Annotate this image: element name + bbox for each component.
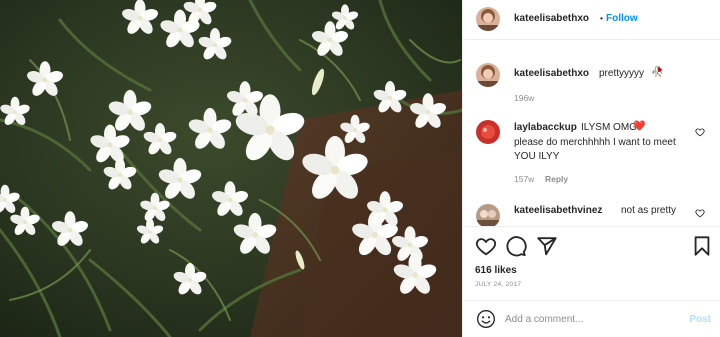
comment-username[interactable]: laylabacckup (514, 122, 577, 133)
follow-button[interactable]: Follow (606, 13, 638, 24)
reply-button[interactable]: Reply (545, 174, 568, 184)
comment-emoji: 🥀 (651, 67, 664, 78)
header-username[interactable]: kateelisabethxo (514, 13, 589, 24)
comment-text-continued: please do merchhhhh I want to meet YOU I… (514, 137, 676, 162)
comment-text: ILYSM OMG (581, 122, 637, 133)
share-icon[interactable] (536, 235, 558, 257)
post-photo[interactable] (0, 0, 462, 337)
post-header: kateelisabethxo • Follow (463, 0, 720, 40)
comment-item: laylabacckup ILYSM OMG ❤️ please do merc… (463, 113, 720, 188)
avatar[interactable] (476, 7, 500, 31)
post-date: JULY 24, 2017 (475, 281, 522, 288)
instagram-post: kateelisabethxo • Follow kateelisabethxo… (0, 0, 720, 337)
comment-like-icon[interactable] (695, 127, 705, 137)
heart-icon[interactable] (475, 235, 497, 257)
header-separator: • (600, 13, 603, 23)
comment-username[interactable]: kateelisabethxo (514, 68, 589, 79)
comment-icon[interactable] (505, 235, 527, 257)
comment-username[interactable]: kateelisabethvinez (514, 205, 602, 216)
post-sidebar: kateelisabethxo • Follow kateelisabethxo… (462, 0, 720, 337)
bookmark-icon[interactable] (691, 235, 713, 257)
comment-item: kateelisabethxo prettyyyyy 🥀 196w (463, 56, 720, 106)
comment-input[interactable]: Add a comment... (505, 314, 583, 325)
comment-emoji: ❤️ (633, 121, 646, 132)
action-bar: 616 likes JULY 24, 2017 (463, 226, 720, 297)
avatar[interactable] (476, 120, 500, 144)
comment-text: prettyyyyy (599, 68, 645, 79)
comment-time[interactable]: 196w (514, 93, 534, 103)
likes-count[interactable]: 616 likes (475, 265, 517, 276)
comment-item: kateelisabethvinez not as pretty (463, 198, 720, 226)
avatar[interactable] (476, 204, 500, 226)
comment-text: not as pretty (621, 205, 677, 216)
add-comment-bar: Add a comment... Post (463, 300, 720, 337)
avatar[interactable] (476, 63, 500, 87)
smiley-icon[interactable] (476, 309, 496, 329)
comment-like-icon[interactable] (695, 208, 705, 218)
post-button[interactable]: Post (689, 314, 711, 325)
comment-time[interactable]: 157w (514, 174, 534, 184)
